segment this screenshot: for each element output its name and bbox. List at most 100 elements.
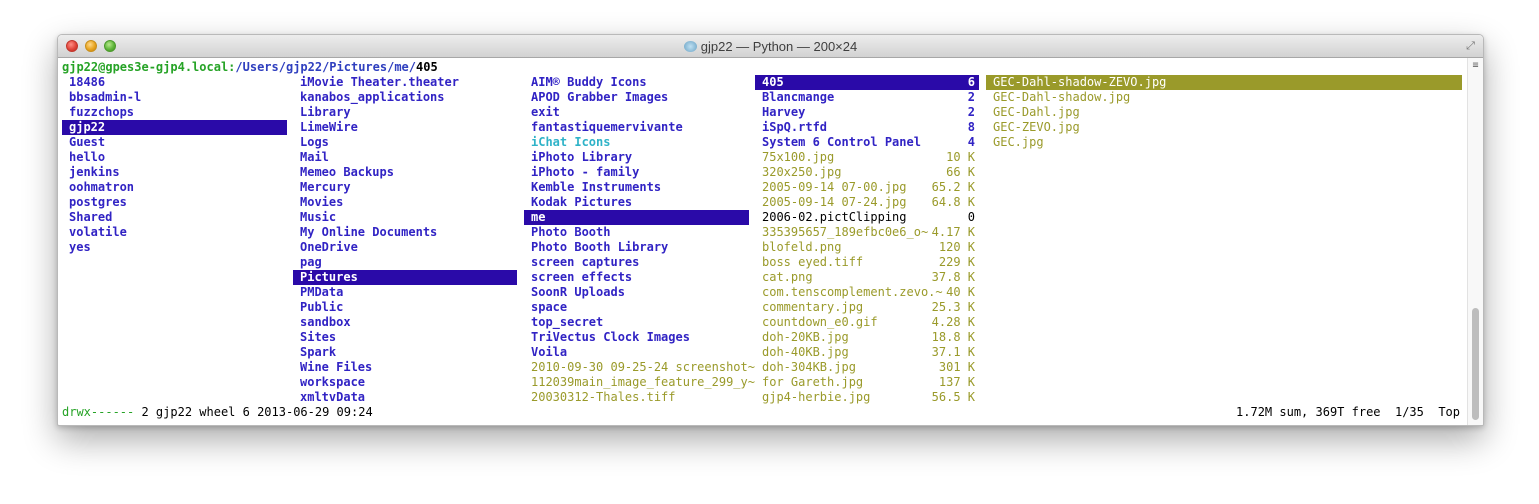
directory-entry[interactable]: My Online Documents — [293, 225, 517, 240]
file-entry[interactable]: GEC.jpg — [986, 135, 1462, 150]
entry-name: 2005-09-14 07-00.jpg — [762, 180, 907, 194]
file-entry[interactable]: cat.png 37.8 K — [755, 270, 979, 285]
file-entry[interactable]: 2005-09-14 07-00.jpg 65.2 K — [755, 180, 979, 195]
file-entry[interactable]: for Gareth.jpg 137 K — [755, 375, 979, 390]
directory-entry[interactable]: Harvey 2 — [755, 105, 979, 120]
file-entry[interactable]: doh-304KB.jpg 301 K — [755, 360, 979, 375]
directory-entry[interactable]: PMData — [293, 285, 517, 300]
file-entry[interactable]: 320x250.jpg 66 K — [755, 165, 979, 180]
folder-proxy-icon[interactable] — [683, 41, 697, 52]
file-entry[interactable]: boss eyed.tiff 229 K — [755, 255, 979, 270]
directory-entry[interactable]: Memeo Backups — [293, 165, 517, 180]
directory-entry[interactable]: Library — [293, 105, 517, 120]
directory-entry[interactable]: TriVectus Clock Images — [524, 330, 749, 345]
directory-entry[interactable]: yes — [62, 240, 287, 255]
directory-entry[interactable]: System 6 Control Panel 4 — [755, 135, 979, 150]
column-current[interactable]: 405 6 Blancmange 2 Harvey 2 iSpQ.rtfd 8 System 6… — [755, 75, 979, 405]
entry-name: APOD Grabber Images — [531, 90, 669, 104]
file-entry[interactable]: GEC-Dahl-shadow.jpg — [986, 90, 1462, 105]
file-entry[interactable]: doh-40KB.jpg 37.1 K — [755, 345, 979, 360]
directory-entry[interactable]: 2006-02.pictClipping 0 — [755, 210, 979, 225]
entry-name: Logs — [300, 135, 329, 149]
directory-entry[interactable]: Kemble Instruments — [524, 180, 749, 195]
directory-entry[interactable]: Mercury — [293, 180, 517, 195]
directory-entry[interactable]: Photo Booth — [524, 225, 749, 240]
scrollback-menu-icon[interactable]: ≡ — [1470, 60, 1481, 71]
directory-entry[interactable]: gjp22 — [62, 120, 287, 135]
directory-entry[interactable]: iSpQ.rtfd 8 — [755, 120, 979, 135]
entry-name: Movies — [300, 195, 344, 209]
file-entry[interactable]: com.tenscomplement.zevo.~ 40 K — [755, 285, 979, 300]
directory-entry[interactable]: kanabos_applications — [293, 90, 517, 105]
file-entry[interactable]: 75x100.jpg 10 K — [755, 150, 979, 165]
directory-entry[interactable]: APOD Grabber Images — [524, 90, 749, 105]
directory-entry[interactable]: Public — [293, 300, 517, 315]
directory-entry[interactable]: LimeWire — [293, 120, 517, 135]
column-parent[interactable]: AIM® Buddy Icons APOD Grabber Images exit f… — [524, 75, 755, 405]
directory-entry[interactable]: bbsadmin-l — [62, 90, 287, 105]
scrollbar-thumb[interactable] — [1472, 308, 1479, 420]
directory-entry[interactable]: Pictures — [293, 270, 517, 285]
directory-entry[interactable]: exit — [524, 105, 749, 120]
directory-entry[interactable]: me — [524, 210, 749, 225]
directory-entry[interactable]: Movies — [293, 195, 517, 210]
file-entry[interactable]: doh-20KB.jpg 18.8 K — [755, 330, 979, 345]
directory-entry[interactable]: space — [524, 300, 749, 315]
directory-entry[interactable]: fuzzchops — [62, 105, 287, 120]
directory-entry[interactable]: SoonR Uploads — [524, 285, 749, 300]
directory-entry[interactable]: AIM® Buddy Icons — [524, 75, 749, 90]
column-parent-1[interactable]: iMovie Theater.theater kanabos_applicatio… — [293, 75, 517, 405]
file-entry[interactable]: commentary.jpg 25.3 K — [755, 300, 979, 315]
directory-entry[interactable]: fantastiquemervivante — [524, 120, 749, 135]
file-entry[interactable]: countdown_e0.gif 4.28 K — [755, 315, 979, 330]
directory-entry[interactable]: Blancmange 2 — [755, 90, 979, 105]
title-bar[interactable]: gjp22 — Python — 200×24 ⤢ — [58, 35, 1483, 58]
directory-entry[interactable]: Spark — [293, 345, 517, 360]
directory-entry[interactable]: OneDrive — [293, 240, 517, 255]
directory-entry[interactable]: screen captures — [524, 255, 749, 270]
directory-entry[interactable]: workspace — [293, 375, 517, 390]
directory-entry[interactable]: iMovie Theater.theater — [293, 75, 517, 90]
fullscreen-arrows-icon[interactable]: ⤢ — [1464, 39, 1477, 52]
directory-entry[interactable]: oohmatron — [62, 180, 287, 195]
file-entry[interactable]: GEC-Dahl.jpg — [986, 105, 1462, 120]
file-entry[interactable]: 335395657_189efbc0e6_o~ 4.17 K — [755, 225, 979, 240]
file-entry[interactable]: 2010-09-30 09-25-24 screenshot~ — [524, 360, 755, 375]
directory-entry[interactable]: hello — [62, 150, 287, 165]
terminal-content[interactable]: gjp22@gpes3e-gjp4.local:/Users/gjp22/Pic… — [58, 58, 1483, 425]
directory-entry[interactable]: iPhoto Library — [524, 150, 749, 165]
file-entry[interactable]: GEC-ZEVO.jpg — [986, 120, 1462, 135]
directory-entry[interactable]: postgres — [62, 195, 287, 210]
directory-entry[interactable]: Photo Booth Library — [524, 240, 749, 255]
column-preview[interactable]: GEC-Dahl-shadow-ZEVO.jpg GEC-Dahl-shadow.… — [986, 75, 1462, 150]
directory-entry[interactable]: Music — [293, 210, 517, 225]
directory-entry[interactable]: xmltvData — [293, 390, 517, 405]
directory-entry[interactable]: volatile — [62, 225, 287, 240]
directory-entry[interactable]: Logs — [293, 135, 517, 150]
directory-entry[interactable]: Wine Files — [293, 360, 517, 375]
directory-entry[interactable]: Kodak Pictures — [524, 195, 749, 210]
directory-entry[interactable]: Shared — [62, 210, 287, 225]
file-entry[interactable]: 2005-09-14 07-24.jpg 64.8 K — [755, 195, 979, 210]
file-entry[interactable]: 20030312-Thales.tiff — [524, 390, 749, 405]
vertical-scrollbar[interactable]: ≡ — [1467, 58, 1483, 425]
directory-entry[interactable]: Mail — [293, 150, 517, 165]
directory-entry[interactable]: Voila — [524, 345, 749, 360]
file-entry[interactable]: blofeld.png 120 K — [755, 240, 979, 255]
directory-entry[interactable]: Guest — [62, 135, 287, 150]
directory-entry[interactable]: screen effects — [524, 270, 749, 285]
file-entry[interactable]: 112039main_image_feature_299_y~ — [524, 375, 755, 390]
directory-entry[interactable]: iPhoto - family — [524, 165, 749, 180]
file-entry[interactable]: gjp4-herbie.jpg 56.5 K — [755, 390, 979, 405]
entry-name: SoonR Uploads — [531, 285, 625, 299]
directory-entry[interactable]: sandbox — [293, 315, 517, 330]
directory-entry[interactable]: 405 6 — [755, 75, 979, 90]
directory-entry[interactable]: Sites — [293, 330, 517, 345]
column-parent-2[interactable]: 18486 bbsadmin-l fuzzchops gjp22 Guest hello j… — [62, 75, 287, 255]
directory-entry[interactable]: jenkins — [62, 165, 287, 180]
directory-entry[interactable]: iChat Icons — [524, 135, 749, 150]
directory-entry[interactable]: pag — [293, 255, 517, 270]
directory-entry[interactable]: top_secret — [524, 315, 749, 330]
file-entry[interactable]: GEC-Dahl-shadow-ZEVO.jpg — [986, 75, 1462, 90]
directory-entry[interactable]: 18486 — [62, 75, 287, 90]
